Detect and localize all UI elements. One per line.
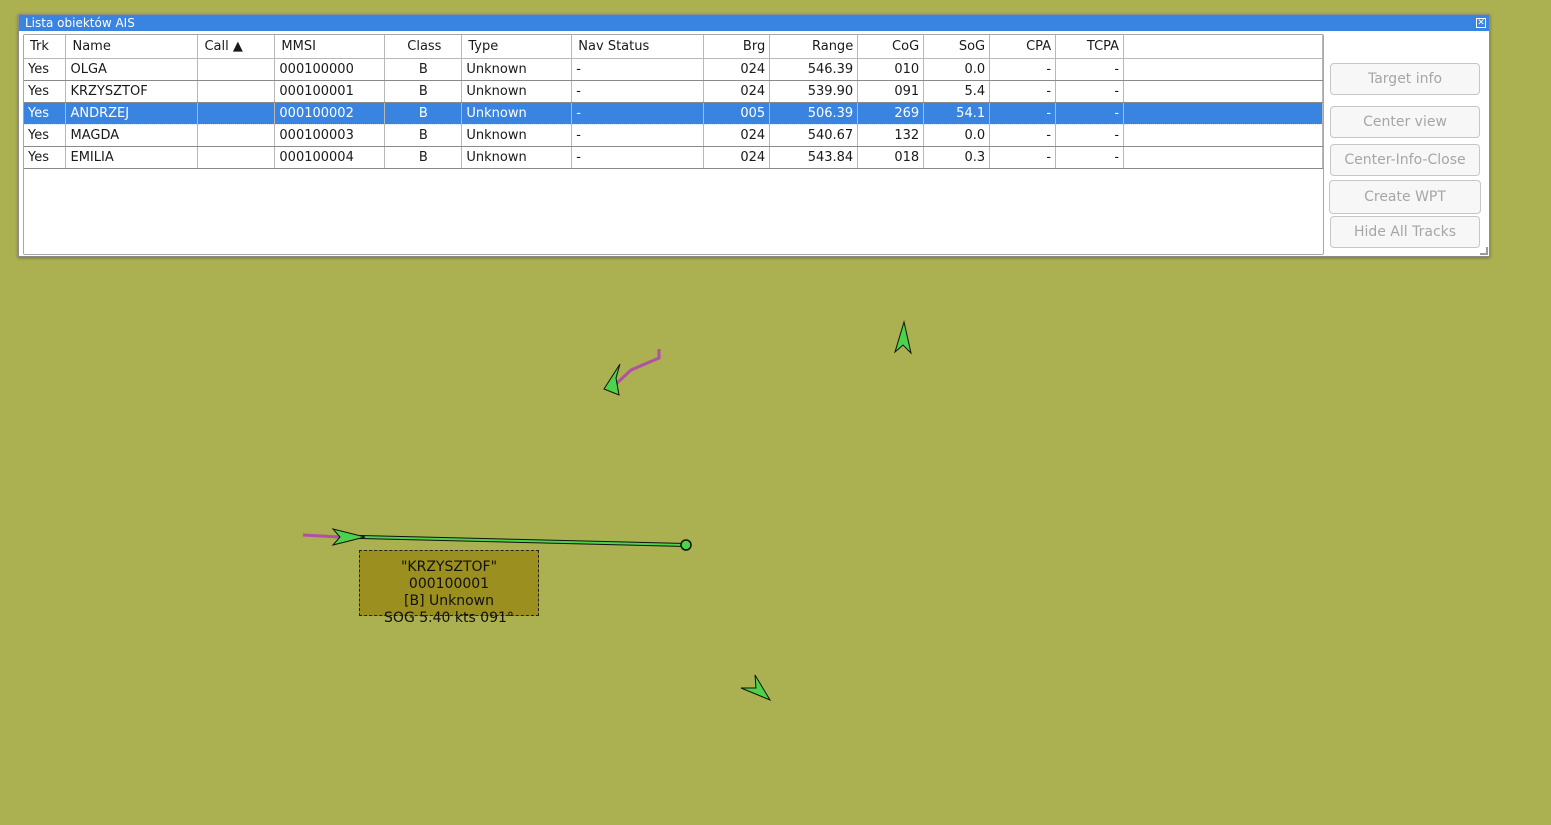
label-line-name: "KRZYSZTOF" 000100001: [400, 559, 498, 592]
predictor-endpoint: [680, 539, 692, 551]
ais-target-magda[interactable]: [740, 674, 772, 702]
ais-track-andrzej: [614, 349, 661, 386]
target-rollover-label: "KRZYSZTOF" 000100001 [B] Unknown SOG 5.…: [359, 550, 539, 626]
chart-canvas[interactable]: [0, 0, 1551, 825]
label-line-type: [B] Unknown: [404, 593, 494, 609]
ais-track-krzysztof: [302, 533, 341, 539]
ais-target-andrzej[interactable]: [603, 363, 621, 396]
label-line-sog: SOG 5.40 kts 091°: [384, 610, 514, 626]
ais-target-olga[interactable]: [894, 320, 912, 355]
